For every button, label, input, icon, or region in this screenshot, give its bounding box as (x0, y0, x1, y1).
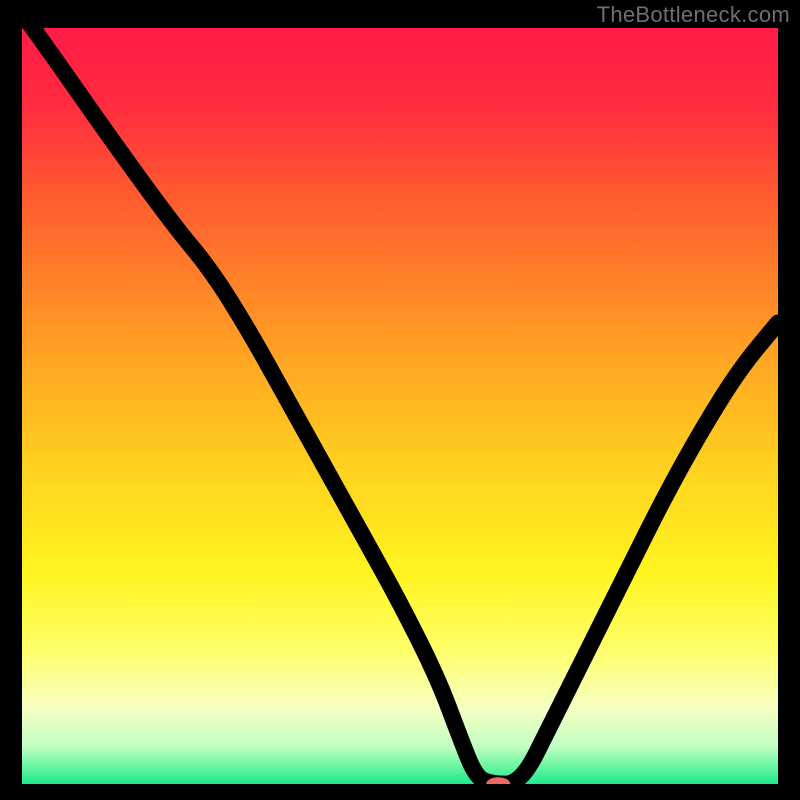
attribution-label: TheBottleneck.com (597, 2, 790, 28)
gradient-background (22, 28, 778, 784)
bottleneck-chart (22, 28, 778, 784)
chart-frame: TheBottleneck.com (0, 0, 800, 800)
plot-area (22, 28, 778, 784)
